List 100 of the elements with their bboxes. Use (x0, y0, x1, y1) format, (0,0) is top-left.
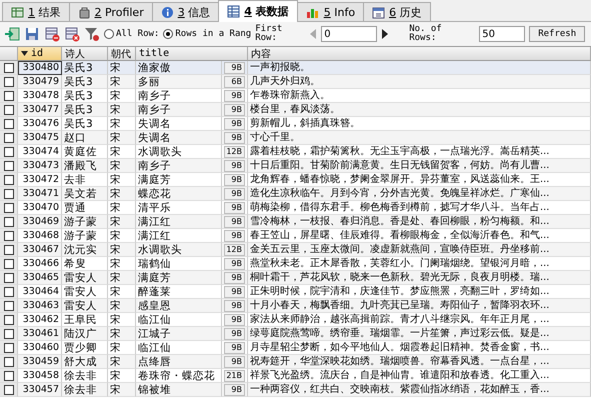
checkbox[interactable] (4, 342, 14, 352)
size-badge[interactable]: 9B (224, 258, 245, 270)
table-cell: 南乡子 (136, 159, 222, 173)
size-badge[interactable]: 9B (224, 62, 245, 74)
column-header[interactable]: 内容 (248, 47, 591, 61)
table-cell: 蝶恋花 (136, 187, 222, 201)
field-label: First Row: (255, 25, 284, 43)
tab[interactable]: 3 信息 (152, 2, 220, 21)
checkbox[interactable] (4, 356, 14, 366)
checkbox[interactable] (4, 216, 14, 226)
size-badge[interactable]: 9B (224, 174, 245, 186)
checkbox[interactable] (4, 384, 14, 394)
checkbox[interactable] (4, 174, 14, 184)
save-icon[interactable] (24, 26, 40, 42)
table-icon (227, 5, 240, 18)
checkbox[interactable] (4, 160, 14, 170)
size-badge[interactable]: 9B (224, 300, 245, 312)
table-cell: 宋 (108, 187, 136, 201)
size-badge[interactable]: 9B (224, 202, 245, 214)
size-badge[interactable]: 9B (224, 230, 245, 242)
tab[interactable]: 1 结果 (2, 2, 70, 21)
filter-icon[interactable] (84, 26, 100, 42)
table-cell: 吴文若 (62, 187, 108, 201)
size-badge[interactable]: 9B (224, 314, 245, 326)
size-badge[interactable]: 9B (224, 216, 245, 228)
column-header[interactable]: 朝代 (108, 47, 136, 61)
checkbox[interactable] (4, 314, 14, 324)
header-corner (0, 47, 18, 61)
delete-row-icon[interactable] (44, 26, 60, 42)
size-badge[interactable]: 12B (224, 244, 245, 256)
size-badge[interactable]: 9B (224, 160, 245, 172)
checkbox[interactable] (4, 90, 14, 100)
first-row-field[interactable]: 0 (321, 26, 378, 42)
table-cell: 330473 (18, 159, 62, 173)
size-badge[interactable]: 9B (224, 272, 245, 284)
table-cell: 造化生凉秋临午。月到今宵，分外吉光黄。免魄呈祥冰烂。广寒仙... (248, 187, 591, 201)
table-cell: 满江红 (136, 215, 222, 229)
checkbox[interactable] (4, 328, 14, 338)
size-badge[interactable]: 9B (224, 104, 245, 116)
table-cell: 雷安人 (62, 299, 108, 313)
size-badge[interactable]: 9B (224, 118, 245, 130)
tab[interactable]: 2 Profiler (68, 2, 153, 21)
size-badge[interactable]: 9B (224, 342, 245, 354)
radio-button[interactable]: All Row: (104, 29, 160, 39)
column-header[interactable]: 诗人 (62, 47, 108, 61)
size-badge[interactable]: 9B (224, 286, 245, 298)
checkbox[interactable] (4, 118, 14, 128)
table-cell: 感皇恩 (136, 299, 222, 313)
table-cell: 南乡子 (136, 103, 222, 117)
checkbox[interactable] (4, 188, 14, 198)
checkbox[interactable] (4, 132, 14, 142)
checkbox[interactable] (4, 76, 14, 86)
table-cell: 吴氏3 (62, 61, 108, 75)
size-badge[interactable]: 12B (224, 146, 245, 158)
checkbox[interactable] (4, 300, 14, 310)
bag-icon (78, 6, 90, 18)
column-header[interactable]: title (136, 47, 248, 61)
table-cell: 满庭芳 (136, 271, 222, 285)
table-cell: 寸心千里。 (248, 131, 591, 145)
next-arrow-icon[interactable] (381, 28, 390, 40)
table-cell: 游子蒙 (62, 215, 108, 229)
radio-button[interactable]: Rows in a Rang (163, 29, 252, 39)
checkbox[interactable] (4, 272, 14, 282)
info-icon (160, 6, 174, 18)
checkbox[interactable] (4, 202, 14, 212)
checkbox[interactable] (4, 370, 14, 380)
checkbox[interactable] (4, 104, 14, 114)
checkbox[interactable] (4, 286, 14, 296)
row-count-field[interactable]: 50 (479, 26, 526, 42)
table-cell: 330465 (18, 271, 62, 285)
clear-rows-icon[interactable] (64, 26, 80, 42)
checkbox[interactable] (4, 258, 14, 268)
table-cell: 沈元实 (62, 243, 108, 257)
refresh-button[interactable]: Refresh (529, 26, 586, 42)
tab[interactable]: 4 表数据 (218, 0, 298, 22)
size-badge[interactable]: 9B (224, 90, 245, 102)
size-badge[interactable]: 9B (224, 384, 245, 396)
tab[interactable]: 5 Info (296, 2, 364, 21)
table-cell: 桐叶霜干，芦花风软，晓来一色新秋。碧光无际，良夜月明楼。瑞... (248, 271, 591, 285)
size-badge[interactable]: 9B (224, 132, 245, 144)
table-cell: 多丽 (136, 75, 222, 89)
table-cell: 吴氏3 (62, 103, 108, 117)
column-header[interactable]: id (18, 47, 62, 61)
import-icon[interactable] (4, 26, 20, 42)
table-cell: 宋 (108, 61, 136, 75)
tab[interactable]: 6 历史 (363, 2, 431, 21)
size-badge[interactable]: 9B (224, 356, 245, 368)
size-badge[interactable]: 21B (224, 370, 245, 382)
table-cell: 330477 (18, 103, 62, 117)
checkbox[interactable] (4, 230, 14, 240)
table-cell: 330459 (18, 355, 62, 369)
checkbox[interactable] (4, 244, 14, 254)
table-cell: 赵口 (62, 131, 108, 145)
table-cell: 宋 (108, 75, 136, 89)
checkbox[interactable] (4, 146, 14, 156)
size-badge[interactable]: 9B (224, 328, 245, 340)
checkbox[interactable] (4, 62, 14, 72)
size-badge[interactable]: 6B (224, 76, 245, 88)
size-badge[interactable]: 9B (224, 188, 245, 200)
table-cell: 徐去非 (62, 383, 108, 397)
